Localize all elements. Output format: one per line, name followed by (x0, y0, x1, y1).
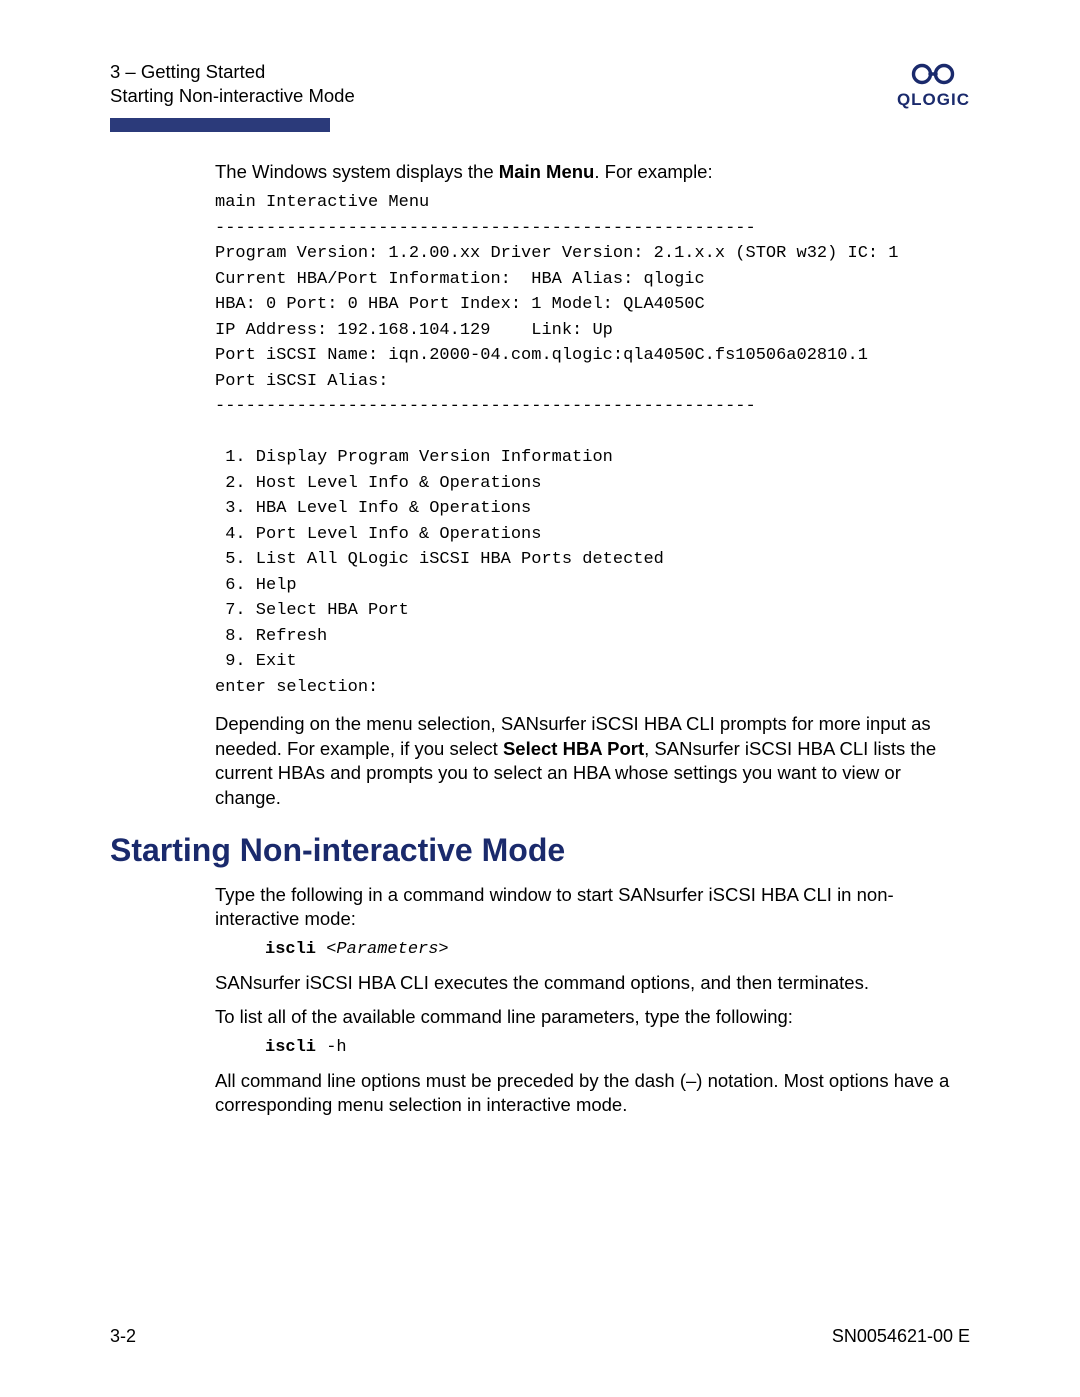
content-area: The Windows system displays the Main Men… (215, 160, 970, 810)
para-3: To list all of the available command lin… (215, 1005, 970, 1029)
para-1: Type the following in a command window t… (215, 883, 970, 932)
menu-code-block: main Interactive Menu ------------------… (215, 190, 970, 700)
after-code-paragraph: Depending on the menu selection, SANsurf… (215, 712, 970, 810)
section-label: Starting Non-interactive Mode (110, 84, 355, 108)
para-2: SANsurfer iSCSI HBA CLI executes the com… (215, 971, 970, 995)
cmd1-bold: iscli (265, 940, 326, 959)
command-example-1: iscli <Parameters> (265, 940, 970, 959)
cmd2-rest: -h (326, 1038, 346, 1057)
intro-paragraph: The Windows system displays the Main Men… (215, 160, 970, 184)
page-header: 3 – Getting Started Starting Non-interac… (110, 60, 970, 110)
intro-text-bold: Main Menu (499, 161, 595, 182)
page: 3 – Getting Started Starting Non-interac… (0, 0, 1080, 1397)
page-footer: 3-2 SN0054621-00 E (110, 1326, 970, 1347)
qlogic-logo-icon (910, 60, 956, 88)
brand-block: QLOGIC (897, 60, 970, 110)
command-example-2: iscli -h (265, 1038, 970, 1057)
intro-text-suffix: . For example: (594, 161, 712, 182)
para-4: All command line options must be precede… (215, 1069, 970, 1118)
header-text-block: 3 – Getting Started Starting Non-interac… (110, 60, 355, 108)
doc-id: SN0054621-00 E (832, 1326, 970, 1347)
header-divider (110, 118, 970, 132)
cmd2-bold: iscli (265, 1038, 326, 1057)
chapter-label: 3 – Getting Started (110, 60, 355, 84)
section-body: Type the following in a command window t… (215, 883, 970, 1117)
after-text-bold: Select HBA Port (503, 738, 644, 759)
section-heading: Starting Non-interactive Mode (110, 832, 970, 869)
page-number: 3-2 (110, 1326, 136, 1347)
cmd1-ital: <Parameters> (326, 940, 448, 959)
brand-text: QLOGIC (897, 90, 970, 110)
intro-text-prefix: The Windows system displays the (215, 161, 499, 182)
